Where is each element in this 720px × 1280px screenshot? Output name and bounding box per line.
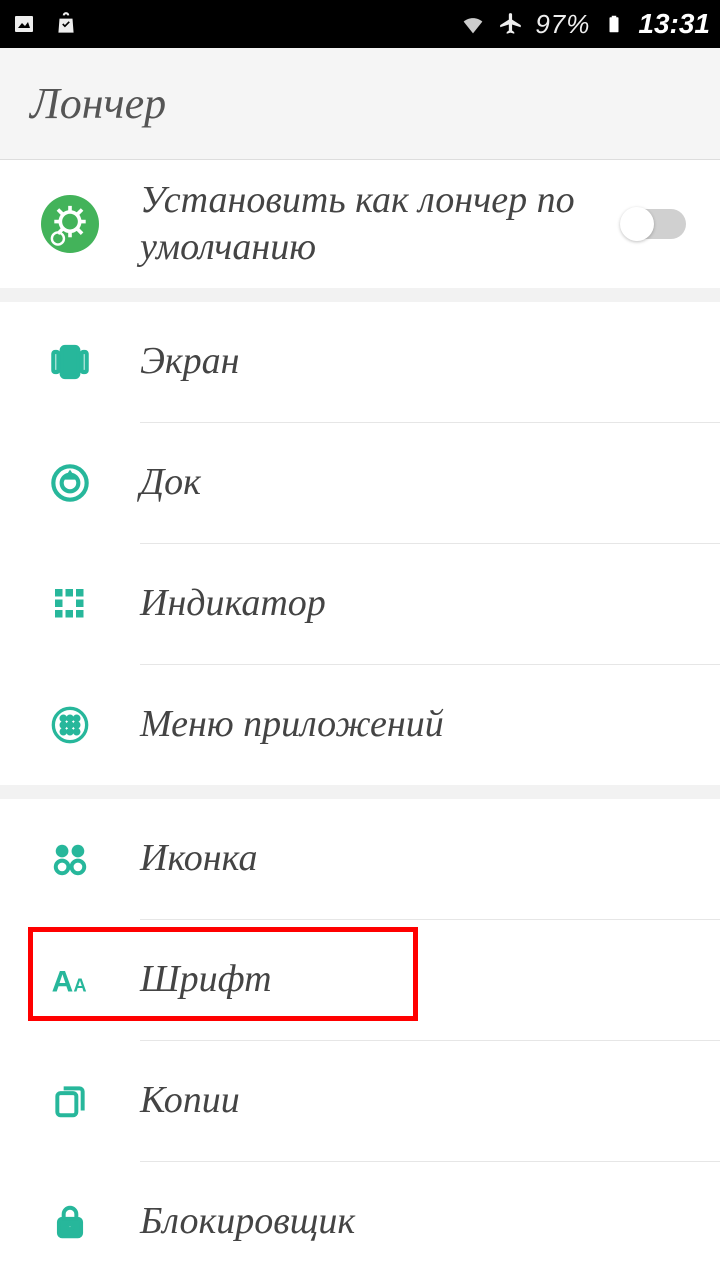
row-font-label: Шрифт	[140, 956, 702, 1004]
row-dock-label: Док	[140, 459, 702, 507]
wifi-icon	[459, 10, 487, 38]
lock-icon	[48, 1200, 92, 1244]
row-indicator-label: Индикатор	[140, 580, 702, 628]
screen-icon	[48, 340, 92, 384]
row-copies-label: Копии	[140, 1077, 702, 1125]
picture-icon	[10, 10, 38, 38]
row-indicator[interactable]: Индикатор	[0, 544, 720, 664]
indicator-icon	[48, 582, 92, 626]
copies-icon	[48, 1079, 92, 1123]
settings-gear-icon	[41, 195, 99, 253]
row-appmenu[interactable]: Меню приложений	[0, 665, 720, 785]
airplane-mode-icon	[497, 10, 525, 38]
row-copies[interactable]: Копии	[0, 1041, 720, 1161]
row-icon-label: Иконка	[140, 835, 702, 883]
dock-icon	[48, 461, 92, 505]
set-default-launcher-label: Установить как лончер по умолчанию	[140, 177, 622, 272]
appmenu-icon	[48, 703, 92, 747]
page-title: Лончер	[30, 78, 166, 129]
font-icon: AA	[48, 958, 92, 1002]
row-icon[interactable]: Иконка	[0, 799, 720, 919]
row-appmenu-label: Меню приложений	[140, 701, 702, 749]
clock-text: 13:31	[638, 8, 710, 40]
row-screen-label: Экран	[140, 338, 702, 386]
page-header: Лончер	[0, 48, 720, 160]
row-dock[interactable]: Док	[0, 423, 720, 543]
row-locker[interactable]: Блокировщик	[0, 1162, 720, 1280]
row-screen[interactable]: Экран	[0, 302, 720, 422]
icon-style-icon	[48, 837, 92, 881]
svg-text:A: A	[73, 975, 86, 996]
status-bar: 97% 13:31	[0, 0, 720, 48]
default-launcher-toggle[interactable]	[622, 209, 686, 239]
battery-icon	[600, 10, 628, 38]
row-font[interactable]: AA Шрифт	[0, 920, 720, 1040]
battery-text: 97%	[535, 9, 590, 40]
shopping-bag-icon	[52, 10, 80, 38]
svg-text:A: A	[52, 966, 74, 999]
row-locker-label: Блокировщик	[140, 1198, 702, 1246]
set-default-launcher-row[interactable]: Установить как лончер по умолчанию	[0, 160, 720, 288]
